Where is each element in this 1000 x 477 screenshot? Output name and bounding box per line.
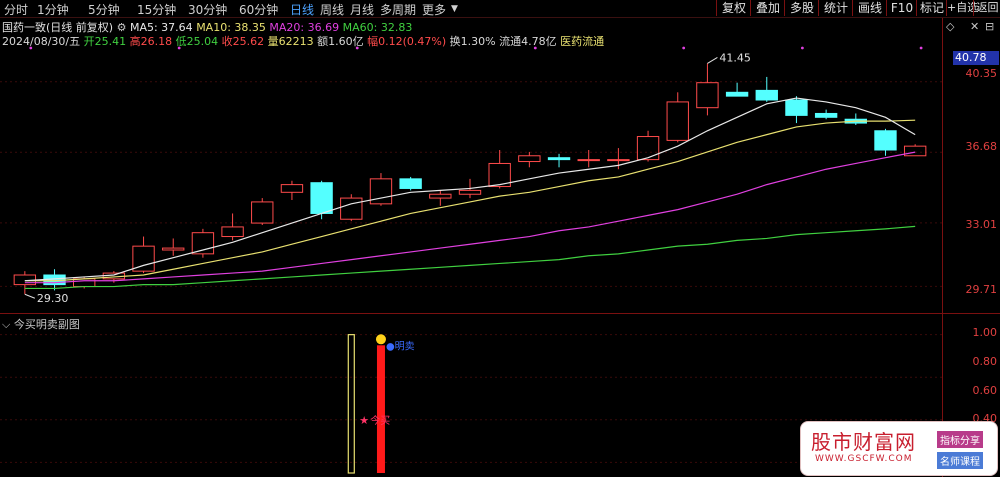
candle-up bbox=[191, 232, 215, 255]
candle-up bbox=[162, 247, 185, 251]
candle-down bbox=[785, 99, 808, 116]
signal-dot bbox=[355, 46, 359, 50]
adjust-button[interactable]: 复权 bbox=[716, 0, 751, 16]
period-toolbar: 分时 1分钟 5分钟 15分钟 30分钟 60分钟 日线 周线 月线 多周期 更… bbox=[0, 0, 1000, 18]
signal-dot bbox=[682, 46, 686, 50]
price-axis: 40.35 36.68 33.01 29.71 1.00 0.80 0.60 0… bbox=[942, 18, 1000, 477]
signal-dot bbox=[800, 46, 804, 50]
max-marker-line bbox=[707, 57, 718, 64]
candle-up bbox=[340, 197, 363, 220]
tab-more[interactable]: 更多 bbox=[422, 1, 446, 18]
candle-down bbox=[399, 178, 422, 189]
site-logo: 股市财富网 WWW.GSCFW.COM 指标分享 名师课程 bbox=[800, 421, 998, 476]
sub-axis-label: 1.00 bbox=[972, 326, 998, 339]
logo-url: WWW.GSCFW.COM bbox=[815, 454, 913, 464]
current-price-tag: 40.78 bbox=[953, 51, 999, 65]
smiley-icon bbox=[375, 334, 386, 345]
mark-button[interactable]: 标记 bbox=[916, 0, 947, 16]
ma60-line bbox=[24, 225, 916, 290]
price-axis-label: 36.68 bbox=[965, 140, 998, 153]
buy-label: 今买 bbox=[370, 414, 390, 427]
candle-up bbox=[636, 136, 660, 161]
back-button[interactable]: 返回 bbox=[973, 0, 1000, 16]
candle-down bbox=[814, 112, 838, 118]
price-axis-label: 40.35 bbox=[965, 67, 998, 80]
candle-up bbox=[607, 159, 630, 162]
candle-up bbox=[73, 278, 96, 288]
logo-title: 股市财富网 bbox=[811, 430, 916, 454]
candle-up bbox=[666, 101, 689, 141]
tab-weekly[interactable]: 周线 bbox=[320, 1, 344, 18]
candle-up bbox=[251, 201, 274, 224]
tab-monthly[interactable]: 月线 bbox=[350, 1, 374, 18]
candle-down bbox=[310, 182, 333, 214]
candle-up bbox=[577, 159, 600, 162]
signal-dot bbox=[533, 46, 537, 50]
price-axis-label: 33.01 bbox=[965, 218, 998, 231]
candle-down bbox=[725, 91, 749, 97]
candle-up bbox=[903, 145, 927, 157]
candlestick-chart[interactable]: 41.45 29.30 bbox=[0, 45, 942, 310]
buy-bar bbox=[347, 334, 355, 474]
ma10-line bbox=[24, 119, 916, 282]
candle-up bbox=[221, 226, 244, 238]
tab-multi-period[interactable]: 多周期 bbox=[380, 1, 416, 18]
price-axis-label: 29.71 bbox=[965, 283, 998, 296]
sub-axis-label: 0.60 bbox=[972, 384, 998, 397]
sell-label: ●明卖 bbox=[386, 340, 415, 352]
signal-dot bbox=[177, 46, 181, 50]
sell-bar bbox=[376, 345, 385, 473]
signal-dot bbox=[919, 46, 923, 50]
candle-down bbox=[547, 157, 571, 161]
tab-1min[interactable]: 1分钟 bbox=[37, 1, 69, 18]
ma20-line bbox=[24, 151, 916, 284]
tab-5min[interactable]: 5分钟 bbox=[88, 1, 120, 18]
chart-divider[interactable] bbox=[0, 313, 1000, 314]
tab-15min[interactable]: 15分钟 bbox=[137, 1, 176, 18]
candle-up bbox=[280, 184, 304, 193]
candle-down bbox=[874, 130, 897, 151]
stats-button[interactable]: 统计 bbox=[818, 0, 853, 16]
f10-button[interactable]: F10 bbox=[886, 0, 917, 16]
sub-axis-label: 0.80 bbox=[972, 355, 998, 368]
tab-30min[interactable]: 30分钟 bbox=[188, 1, 227, 18]
candle-up bbox=[696, 82, 719, 109]
tab-60min[interactable]: 60分钟 bbox=[239, 1, 278, 18]
logo-tag-course: 名师课程 bbox=[937, 452, 983, 469]
signal-dot bbox=[29, 46, 33, 50]
candle-up bbox=[518, 155, 541, 163]
candle-up bbox=[429, 193, 452, 199]
star-icon: ★ bbox=[359, 414, 369, 427]
tab-daily[interactable]: 日线 bbox=[290, 1, 314, 18]
chevron-down-icon[interactable]: ▼ bbox=[451, 4, 458, 14]
min-price-marker: 29.30 bbox=[37, 292, 69, 305]
candle-up bbox=[458, 189, 482, 195]
overlay-button[interactable]: 叠加 bbox=[750, 0, 785, 16]
min-marker-line bbox=[24, 293, 36, 299]
candle-down bbox=[755, 89, 778, 101]
add-watchlist-button[interactable]: +自选 bbox=[946, 0, 978, 16]
multi-stock-button[interactable]: 多股 bbox=[784, 0, 819, 16]
draw-line-button[interactable]: 画线 bbox=[852, 0, 887, 16]
tab-fenshi[interactable]: 分时 bbox=[4, 1, 28, 18]
logo-tag-indicator: 指标分享 bbox=[937, 431, 983, 448]
max-price-marker: 41.45 bbox=[719, 51, 751, 64]
